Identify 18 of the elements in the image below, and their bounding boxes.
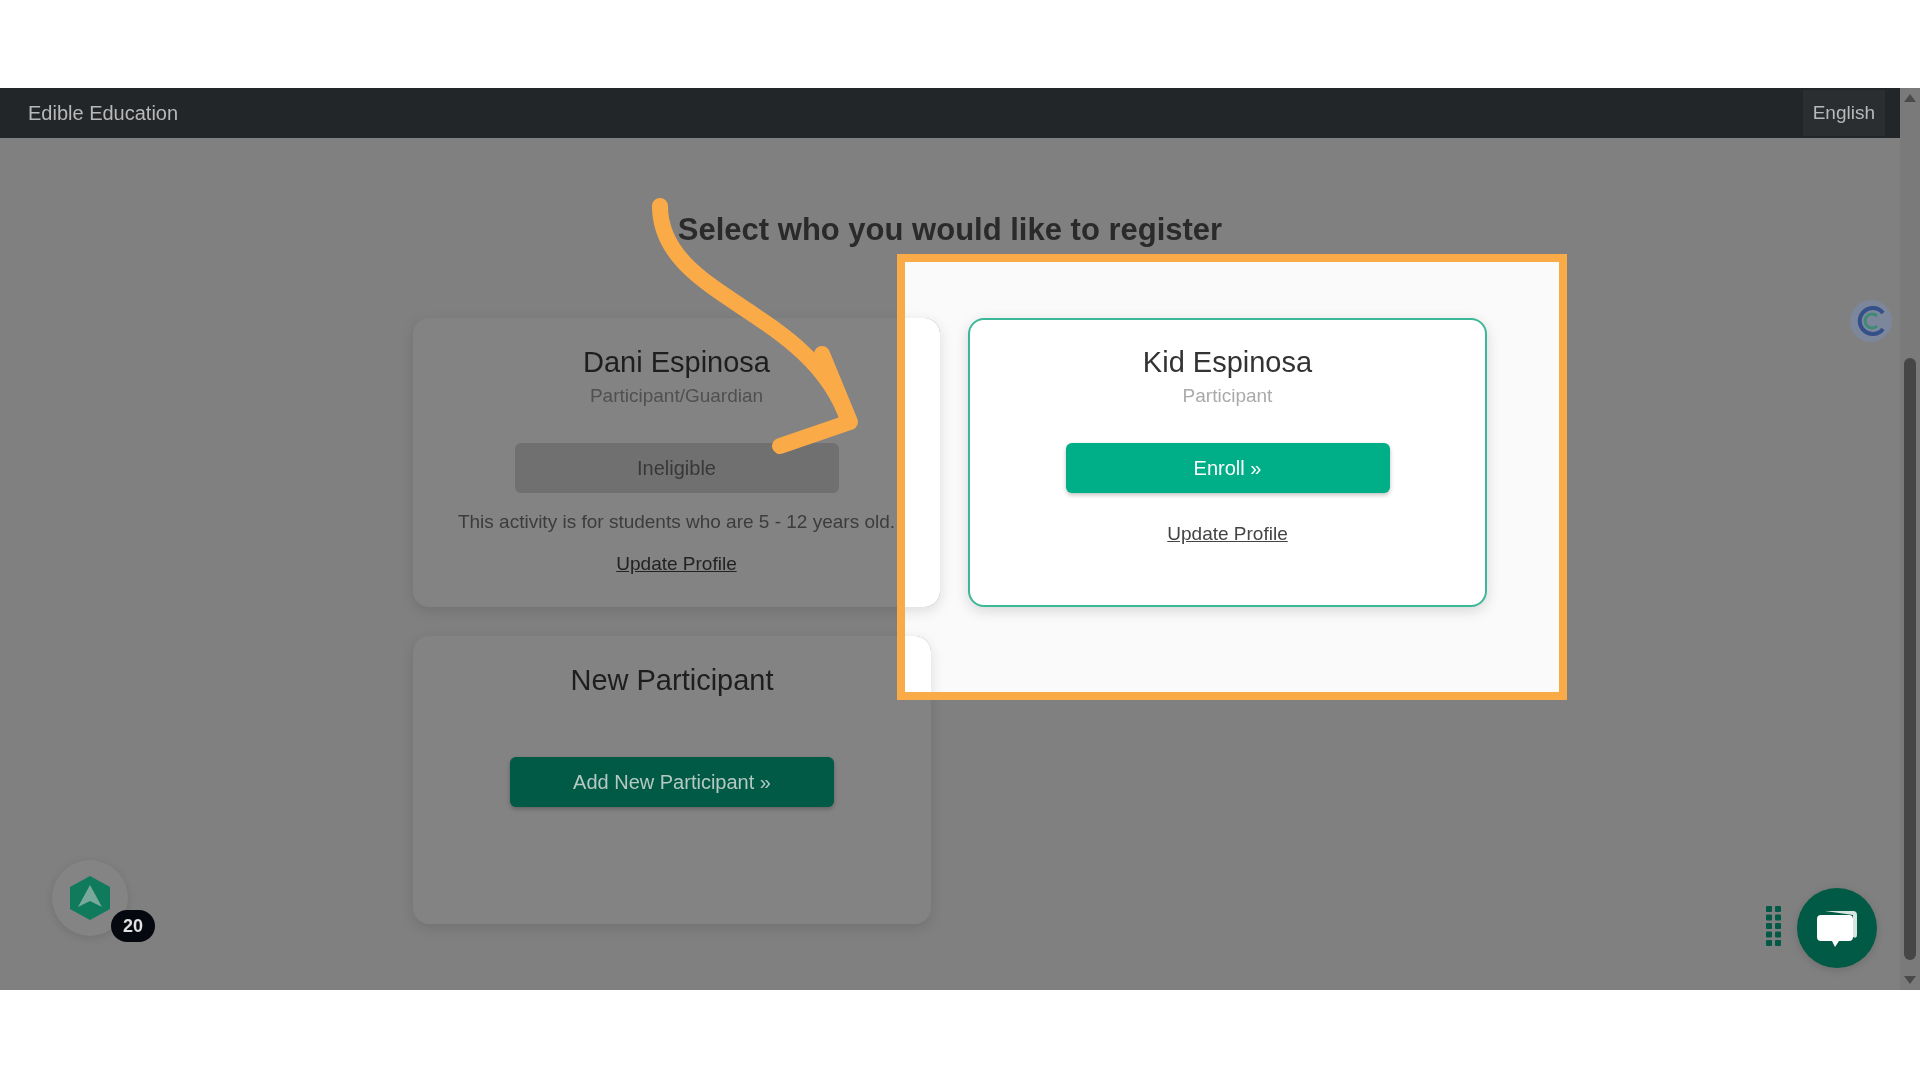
card-background <box>905 636 931 692</box>
count-badge: 20 <box>111 910 155 942</box>
update-profile-link[interactable]: Update Profile <box>1167 523 1288 545</box>
hexagon-icon <box>68 875 112 921</box>
language-button[interactable]: English <box>1802 90 1885 136</box>
participant-name: Dani Espinosa <box>583 346 770 379</box>
card-title: New Participant <box>570 664 774 697</box>
participant-role: Participant <box>1182 385 1273 407</box>
update-profile-link[interactable]: Update Profile <box>616 553 737 575</box>
grip-icon[interactable] <box>1766 906 1782 946</box>
brand-name: Edible Education <box>28 101 179 125</box>
enroll-button[interactable]: Enroll » <box>1065 443 1390 493</box>
logo-icon[interactable] <box>1848 298 1894 344</box>
participant-name: Kid Espinosa <box>1142 346 1313 379</box>
eligibility-note: This activity is for students who are 5 - 12 years old. <box>457 511 896 533</box>
page-title: Select who you would like to register <box>677 212 1223 248</box>
scrollbar[interactable] <box>1900 88 1920 990</box>
add-participant-button[interactable]: Add New Participant » <box>510 757 834 807</box>
